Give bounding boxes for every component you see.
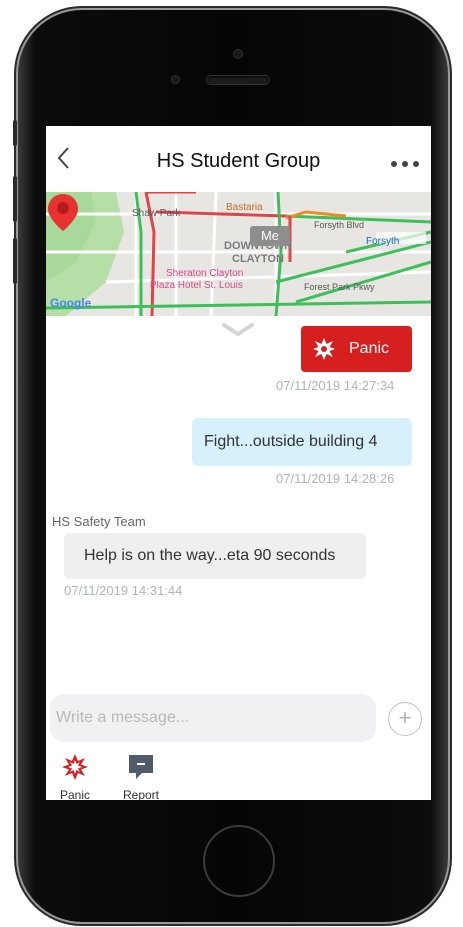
report-comment-icon	[129, 755, 153, 779]
app-screen: HS Student Group Shaw Park Bastaria Fors…	[46, 126, 431, 800]
top-bar: HS Student Group	[46, 126, 431, 192]
google-logo-text: Google	[50, 296, 92, 310]
map-label-clayton: CLAYTON	[232, 253, 284, 265]
sent-message-bubble[interactable]: Fight...outside building 4	[192, 418, 412, 466]
map-label-forsyth-blvd: Forsyth Blvd	[314, 220, 365, 230]
front-camera	[234, 50, 242, 58]
message-input[interactable]	[50, 694, 356, 742]
panic-action-button[interactable]: Panic	[50, 750, 100, 800]
volume-up-button	[13, 176, 17, 222]
received-message-bubble[interactable]: Help is on the way...eta 90 seconds	[64, 533, 366, 579]
collapse-map-chevron-icon[interactable]	[220, 322, 256, 338]
report-action-label: Report	[122, 788, 160, 800]
panic-message-bubble[interactable]: Panic	[301, 326, 412, 372]
page-title: HS Student Group	[156, 150, 321, 172]
panic-burst-icon	[62, 754, 88, 780]
report-action-button[interactable]: Report	[116, 750, 166, 800]
received-timestamp: 07/11/2019 14:31:44	[64, 583, 183, 598]
map-label-sheraton: Sheraton Clayton	[166, 268, 244, 279]
proximity-sensor	[172, 76, 179, 83]
earpiece-speaker	[207, 76, 269, 84]
sender-name: HS Safety Team	[52, 514, 146, 529]
map-label-shaw-park: Shaw Park	[132, 208, 181, 219]
panic-burst-icon	[313, 338, 335, 360]
sent-timestamp: 07/11/2019 14:28:26	[276, 471, 395, 486]
panic-action-label: Panic	[59, 788, 91, 800]
more-options-icon[interactable]	[391, 154, 425, 167]
received-message-text: Help is on the way...eta 90 seconds	[84, 547, 336, 564]
map-label-forsyth: Forsyth	[366, 236, 400, 247]
add-attachment-button[interactable]: +	[388, 702, 422, 736]
silent-switch	[13, 120, 17, 146]
map-label-bastaria: Bastaria	[226, 202, 263, 213]
google-logo: Google	[50, 296, 91, 310]
volume-down-button	[13, 238, 17, 284]
location-map[interactable]: Shaw Park Bastaria Forsyth Blvd Forsyth …	[46, 192, 431, 316]
location-pin-icon	[48, 194, 78, 231]
sent-message-text: Fight...outside building 4	[204, 433, 378, 450]
home-button[interactable]	[203, 825, 275, 897]
map-label-forest-park: Forest Park Pkwy	[304, 282, 375, 292]
me-location-label: Me	[250, 226, 290, 246]
message-input-wrapper	[50, 694, 376, 742]
panic-message-label: Panic	[349, 340, 390, 357]
map-label-plaza-hotel: Plaza Hotel St. Louis	[150, 280, 243, 291]
panic-timestamp: 07/11/2019 14:27:34	[276, 378, 395, 393]
